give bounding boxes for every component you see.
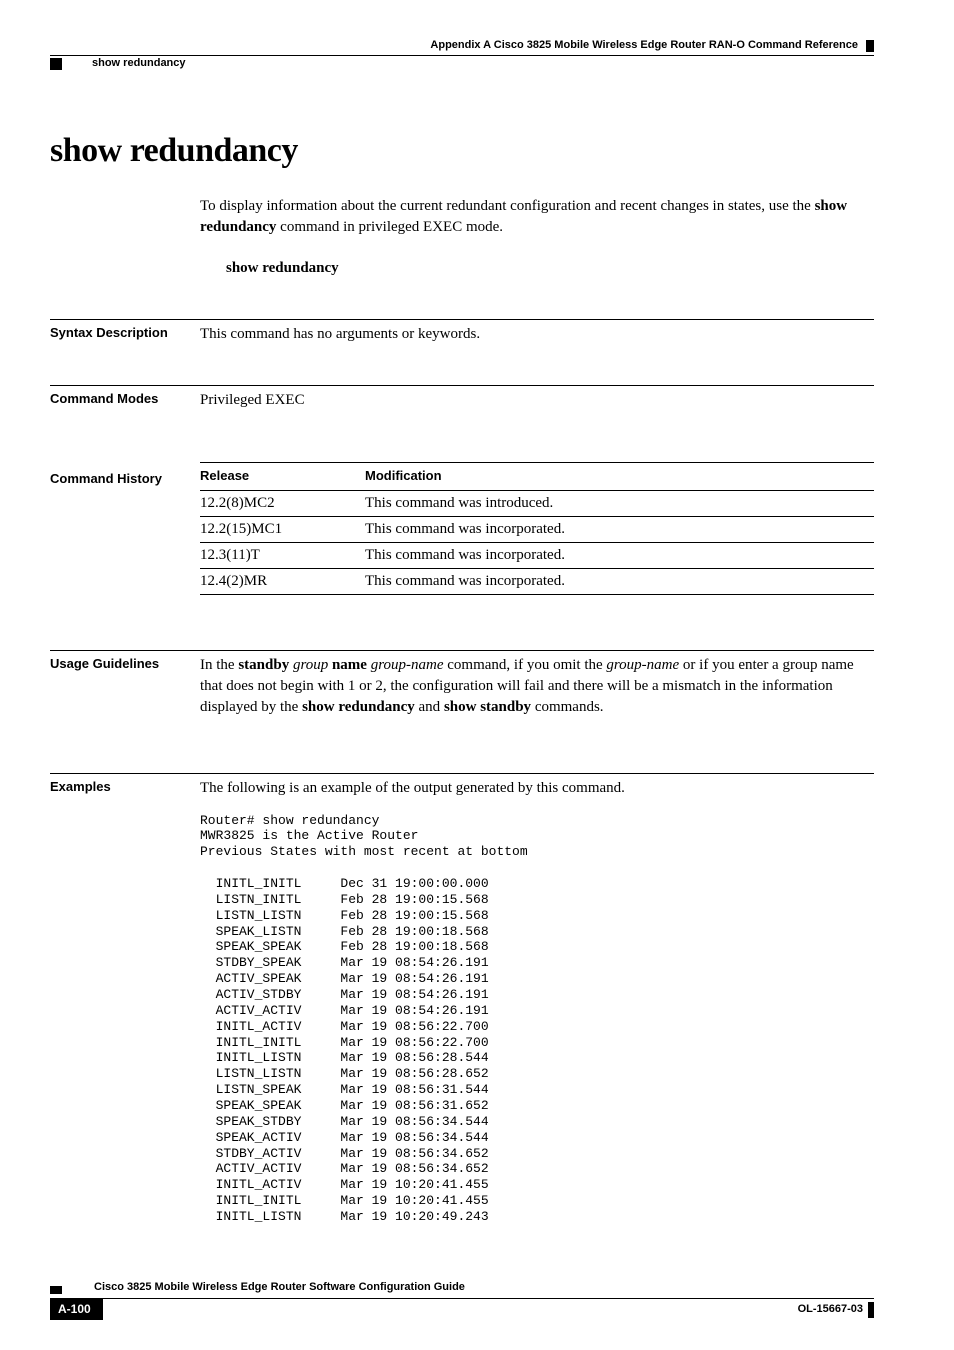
history-table: Release Modification 12.2(8)MC2This comm… [200, 462, 874, 594]
command-history-body: Release Modification 12.2(8)MC2This comm… [200, 466, 874, 594]
cell-release: 12.2(15)MC1 [200, 516, 365, 542]
cell-modification: This command was introduced. [365, 490, 874, 516]
appendix-title: Appendix A Cisco 3825 Mobile Wireless Ed… [50, 38, 866, 53]
examples-label: Examples [50, 773, 200, 1225]
intro-suffix: command in privileged EXEC mode. [276, 219, 503, 235]
footer-guide-title: Cisco 3825 Mobile Wireless Edge Router S… [94, 1280, 465, 1298]
command-modes-section: Command Modes Privileged EXEC [50, 385, 874, 411]
syntax-command: show redundancy [226, 258, 874, 279]
examples-body: The following is an example of the outpu… [200, 773, 874, 1225]
cell-release: 12.4(2)MR [200, 568, 365, 594]
command-modes-body: Privileged EXEC [200, 385, 874, 411]
header-marker-left [50, 58, 62, 70]
examples-section: Examples The following is an example of … [50, 773, 874, 1225]
command-history-section: Command History Release Modification 12.… [50, 466, 874, 594]
table-row: 12.4(2)MRThis command was incorporated. [200, 568, 874, 594]
header-top: Appendix A Cisco 3825 Mobile Wireless Ed… [50, 38, 874, 53]
syntax-description-label: Syntax Description [50, 319, 200, 345]
footer: Cisco 3825 Mobile Wireless Edge Router S… [50, 1280, 874, 1320]
syntax-description-body: This command has no arguments or keyword… [200, 319, 874, 345]
example-output: Router# show redundancy MWR3825 is the A… [200, 813, 874, 1225]
cell-modification: This command was incorporated. [365, 568, 874, 594]
header-sub: show redundancy [50, 55, 874, 71]
usage-guidelines-body: In the standby group name group-name com… [200, 650, 874, 718]
table-header-row: Release Modification [200, 463, 874, 490]
footer-bottom: A-100 OL-15667-03 [50, 1299, 874, 1320]
col-release: Release [200, 463, 365, 490]
footer-doc-code: OL-15667-03 [103, 1302, 868, 1317]
cell-modification: This command was incorporated. [365, 542, 874, 568]
command-history-label: Command History [50, 466, 200, 594]
intro-prefix: To display information about the current… [200, 198, 815, 214]
table-row: 12.2(8)MC2This command was introduced. [200, 490, 874, 516]
table-row: 12.2(15)MC1This command was incorporated… [200, 516, 874, 542]
usage-guidelines-section: Usage Guidelines In the standby group na… [50, 650, 874, 718]
footer-marker-right [868, 1302, 874, 1318]
page-number-badge: A-100 [50, 1299, 103, 1320]
intro-block: To display information about the current… [200, 196, 874, 279]
footer-top: Cisco 3825 Mobile Wireless Edge Router S… [50, 1280, 874, 1299]
usage-guidelines-label: Usage Guidelines [50, 650, 200, 718]
page-title: show redundancy [50, 127, 874, 175]
table-row: 12.3(11)TThis command was incorporated. [200, 542, 874, 568]
command-modes-label: Command Modes [50, 385, 200, 411]
header-marker-right [866, 40, 874, 52]
cell-release: 12.3(11)T [200, 542, 365, 568]
cell-release: 12.2(8)MC2 [200, 490, 365, 516]
header-section: show redundancy [92, 56, 186, 71]
intro-paragraph: To display information about the current… [200, 196, 874, 238]
col-modification: Modification [365, 463, 874, 490]
syntax-description-section: Syntax Description This command has no a… [50, 319, 874, 345]
cell-modification: This command was incorporated. [365, 516, 874, 542]
examples-intro: The following is an example of the outpu… [200, 778, 874, 799]
footer-marker [50, 1286, 62, 1294]
